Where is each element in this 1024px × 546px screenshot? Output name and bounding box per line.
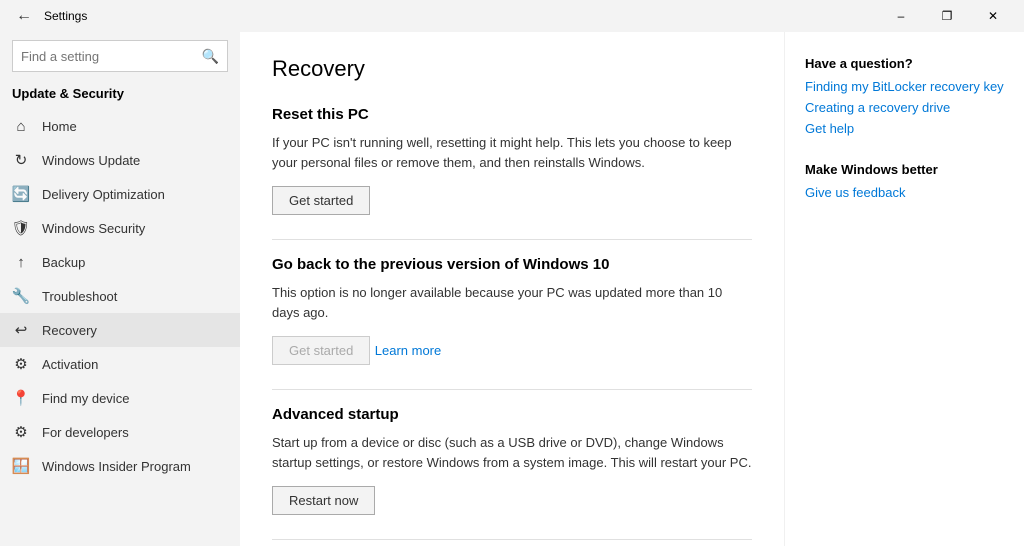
reset-pc-get-started-button[interactable]: Get started [272,186,370,215]
sidebar-item-home[interactable]: ⌂ Home [0,109,240,143]
advanced-startup-section: Advanced startup Start up from a device … [272,406,752,535]
reset-pc-title: Reset this PC [272,106,752,123]
sidebar-section-label: Update & Security [0,80,240,109]
activation-icon: ⚙ [12,355,30,373]
for-developers-icon: ⚙ [12,423,30,441]
bitlocker-link[interactable]: Finding my BitLocker recovery key [805,79,1004,94]
get-help-link[interactable]: Get help [805,121,1004,136]
close-button[interactable]: ✕ [970,0,1016,32]
sidebar-item-delivery-optimization[interactable]: 🔄 Delivery Optimization [0,177,240,211]
reset-pc-description: If your PC isn't running well, resetting… [272,133,752,172]
sidebar-item-find-my-device-label: Find my device [42,391,129,406]
delivery-optimization-icon: 🔄 [12,185,30,203]
sidebar-item-windows-insider-label: Windows Insider Program [42,459,191,474]
sidebar-item-activation-label: Activation [42,357,98,372]
sidebar-item-windows-security[interactable]: 🛡 Windows Security [0,211,240,245]
sidebar-item-windows-security-label: Windows Security [42,221,145,236]
sidebar-item-troubleshoot-label: Troubleshoot [42,289,117,304]
windows-insider-icon: 🪟 [12,457,30,475]
title-bar: ← Settings – ❐ ✕ [0,0,1024,32]
go-back-section: Go back to the previous version of Windo… [272,256,752,385]
sidebar-item-for-developers[interactable]: ⚙ For developers [0,415,240,449]
reset-pc-section: Reset this PC If your PC isn't running w… [272,106,752,235]
backup-icon: ↑ [12,253,30,271]
sidebar-item-activation[interactable]: ⚙ Activation [0,347,240,381]
advanced-startup-description: Start up from a device or disc (such as … [272,433,752,472]
home-icon: ⌂ [12,117,30,135]
sidebar: 🔍 Update & Security ⌂ Home ↻ Windows Upd… [0,32,240,546]
sidebar-item-troubleshoot[interactable]: 🔧 Troubleshoot [0,279,240,313]
creating-recovery-link[interactable]: Creating a recovery drive [805,100,1004,115]
windows-update-icon: ↻ [12,151,30,169]
right-spacer [805,142,1004,162]
title-bar-controls: – ❐ ✕ [878,0,1016,32]
sidebar-item-delivery-optimization-label: Delivery Optimization [42,187,165,202]
search-box: 🔍 [12,40,228,72]
sidebar-item-find-my-device[interactable]: 📍 Find my device [0,381,240,415]
search-icon-button[interactable]: 🔍 [202,48,219,65]
sidebar-item-for-developers-label: For developers [42,425,129,440]
windows-security-icon: 🛡 [12,219,30,237]
main-content: Recovery Reset this PC If your PC isn't … [240,32,784,546]
title-bar-left: ← Settings [12,3,87,29]
sidebar-item-windows-insider[interactable]: 🪟 Windows Insider Program [0,449,240,483]
sidebar-item-windows-update-label: Windows Update [42,153,140,168]
advanced-startup-title: Advanced startup [272,406,752,423]
page-title: Recovery [272,56,752,82]
right-panel: Have a question? Finding my BitLocker re… [784,32,1024,546]
give-feedback-link[interactable]: Give us feedback [805,185,1004,200]
go-back-title: Go back to the previous version of Windo… [272,256,752,273]
recovery-icon: ↩ [12,321,30,339]
search-input[interactable] [21,49,202,64]
divider-1 [272,239,752,240]
sidebar-item-backup-label: Backup [42,255,85,270]
have-question-title: Have a question? [805,56,1004,71]
restore-button[interactable]: ❐ [924,0,970,32]
find-my-device-icon: 📍 [12,389,30,407]
divider-3 [272,539,752,540]
sidebar-item-windows-update[interactable]: ↻ Windows Update [0,143,240,177]
troubleshoot-icon: 🔧 [12,287,30,305]
go-back-description: This option is no longer available becau… [272,283,752,322]
app-body: 🔍 Update & Security ⌂ Home ↻ Windows Upd… [0,32,1024,546]
go-back-get-started-button: Get started [272,336,370,365]
back-button[interactable]: ← [12,3,36,29]
app-title: Settings [44,9,87,23]
divider-2 [272,389,752,390]
sidebar-item-recovery[interactable]: ↩ Recovery [0,313,240,347]
restart-now-button[interactable]: Restart now [272,486,375,515]
learn-more-link[interactable]: Learn more [375,343,441,358]
sidebar-item-recovery-label: Recovery [42,323,97,338]
sidebar-item-backup[interactable]: ↑ Backup [0,245,240,279]
minimize-button[interactable]: – [878,0,924,32]
sidebar-item-home-label: Home [42,119,77,134]
make-windows-better-title: Make Windows better [805,162,1004,177]
